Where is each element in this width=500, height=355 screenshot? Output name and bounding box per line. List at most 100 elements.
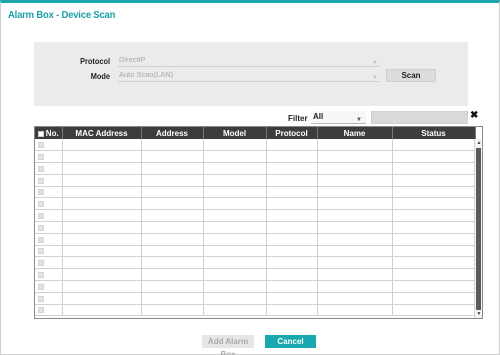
column-header-status[interactable]: Status bbox=[392, 127, 476, 139]
table-cell bbox=[141, 256, 204, 270]
row-checkbox[interactable] bbox=[38, 295, 44, 302]
table-row[interactable] bbox=[35, 233, 476, 246]
row-checkbox[interactable] bbox=[38, 236, 44, 243]
cancel-button[interactable]: Cancel bbox=[265, 335, 316, 348]
device-scan-dialog: Alarm Box - Device Scan Protocol DirectI… bbox=[0, 0, 500, 355]
column-header-address[interactable]: Address bbox=[141, 127, 204, 139]
row-checkbox[interactable] bbox=[38, 213, 44, 220]
table-cell bbox=[392, 268, 476, 282]
row-checkbox[interactable] bbox=[38, 154, 44, 161]
row-checkbox-cell bbox=[35, 304, 63, 317]
table-cell bbox=[203, 268, 267, 282]
table-cell bbox=[203, 174, 267, 187]
table-cell bbox=[141, 150, 204, 164]
table-cell bbox=[317, 139, 393, 152]
column-header-mac-address[interactable]: MAC Address bbox=[62, 127, 142, 139]
table-row[interactable] bbox=[35, 280, 476, 293]
table-row[interactable] bbox=[35, 150, 476, 164]
row-checkbox[interactable] bbox=[38, 142, 44, 149]
table-row[interactable] bbox=[35, 162, 476, 175]
table-scrollbar[interactable]: ▲ ▼ bbox=[474, 139, 482, 318]
table-cell bbox=[392, 256, 476, 270]
table-row[interactable] bbox=[35, 197, 476, 211]
table-cell bbox=[62, 268, 142, 282]
table-row[interactable] bbox=[35, 209, 476, 223]
row-checkbox-cell bbox=[35, 233, 63, 246]
table-cell bbox=[62, 174, 142, 187]
row-checkbox-cell bbox=[35, 209, 63, 223]
table-cell bbox=[266, 280, 318, 293]
column-header-protocol[interactable]: Protocol bbox=[266, 127, 318, 139]
table-row[interactable] bbox=[35, 245, 476, 258]
table-row[interactable] bbox=[35, 256, 476, 270]
column-header-name[interactable]: Name bbox=[317, 127, 393, 139]
table-cell bbox=[203, 209, 267, 223]
table-row[interactable] bbox=[35, 304, 476, 317]
protocol-select[interactable]: DirectIP ▼ bbox=[118, 54, 380, 67]
table-cell bbox=[203, 304, 267, 317]
table-cell bbox=[266, 197, 318, 211]
select-all-checkbox[interactable] bbox=[37, 130, 44, 137]
table-cell bbox=[392, 197, 476, 211]
column-header-model[interactable]: Model bbox=[203, 127, 267, 139]
table-cell bbox=[203, 162, 267, 175]
row-checkbox[interactable] bbox=[38, 165, 44, 172]
add-alarm-box-button[interactable]: Add Alarm Box bbox=[202, 335, 254, 355]
table-row[interactable] bbox=[35, 174, 476, 187]
row-checkbox-cell bbox=[35, 256, 63, 270]
table-cell bbox=[141, 186, 204, 199]
table-cell bbox=[392, 186, 476, 199]
table-cell bbox=[392, 304, 476, 317]
row-checkbox-cell bbox=[35, 162, 63, 175]
table-cell bbox=[266, 174, 318, 187]
row-checkbox[interactable] bbox=[38, 224, 44, 231]
filter-search-input[interactable] bbox=[371, 111, 468, 124]
table-cell bbox=[141, 221, 204, 234]
table-cell bbox=[266, 139, 318, 152]
row-checkbox-cell bbox=[35, 174, 63, 187]
row-checkbox[interactable] bbox=[38, 307, 44, 314]
table-cell bbox=[266, 233, 318, 246]
scrollbar-thumb[interactable] bbox=[476, 148, 481, 310]
table-cell bbox=[62, 292, 142, 305]
table-cell bbox=[392, 139, 476, 152]
chevron-down-icon: ▼ bbox=[356, 117, 362, 123]
table-row[interactable] bbox=[35, 139, 476, 152]
row-checkbox[interactable] bbox=[38, 260, 44, 267]
close-icon[interactable]: ✖ bbox=[470, 110, 478, 121]
table-cell bbox=[317, 292, 393, 305]
table-cell bbox=[141, 162, 204, 175]
scroll-down-icon[interactable]: ▼ bbox=[476, 311, 482, 317]
table-row[interactable] bbox=[35, 268, 476, 282]
table-cell bbox=[266, 304, 318, 317]
table-row[interactable] bbox=[35, 186, 476, 199]
scan-button[interactable]: Scan bbox=[386, 69, 436, 82]
row-checkbox[interactable] bbox=[38, 177, 44, 184]
table-cell bbox=[392, 292, 476, 305]
table-cell bbox=[317, 162, 393, 175]
chevron-down-icon: ▼ bbox=[372, 75, 378, 81]
filter-select[interactable]: All ▼ bbox=[311, 111, 366, 124]
scroll-up-icon[interactable]: ▲ bbox=[476, 140, 482, 146]
row-checkbox[interactable] bbox=[38, 201, 44, 208]
row-checkbox-cell bbox=[35, 186, 63, 199]
row-checkbox[interactable] bbox=[38, 272, 44, 279]
column-header-no[interactable]: No. bbox=[35, 127, 63, 139]
table-cell bbox=[141, 245, 204, 258]
table-cell bbox=[317, 221, 393, 234]
table-cell bbox=[203, 186, 267, 199]
row-checkbox[interactable] bbox=[38, 248, 44, 255]
mode-label: Mode bbox=[90, 72, 110, 81]
table-cell bbox=[392, 221, 476, 234]
row-checkbox[interactable] bbox=[38, 189, 44, 196]
table-row[interactable] bbox=[35, 292, 476, 305]
table-cell bbox=[62, 233, 142, 246]
table-cell bbox=[317, 150, 393, 164]
row-checkbox[interactable] bbox=[38, 283, 44, 290]
table-cell bbox=[266, 209, 318, 223]
row-checkbox-cell bbox=[35, 292, 63, 305]
mode-select[interactable]: Auto Scan(LAN) ▼ bbox=[118, 69, 380, 82]
table-row[interactable] bbox=[35, 221, 476, 234]
chevron-down-icon: ▼ bbox=[372, 60, 378, 66]
table-cell bbox=[266, 162, 318, 175]
